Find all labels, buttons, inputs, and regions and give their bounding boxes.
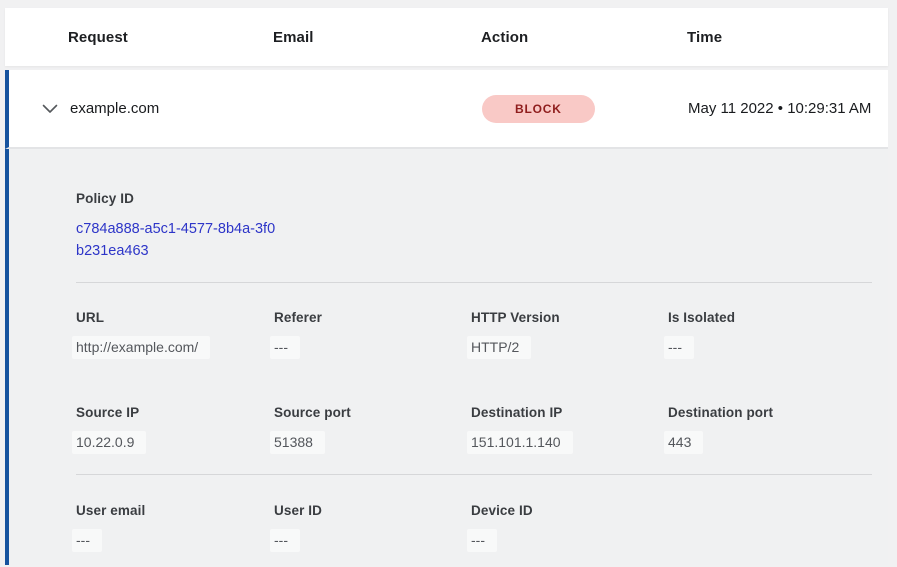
field-label: Device ID <box>471 503 668 519</box>
column-header-time: Time <box>687 29 888 46</box>
log-table-header: Request Email Action Time <box>5 8 888 66</box>
field-device-id: Device ID --- <box>471 503 668 549</box>
log-table: Request Email Action Time example.com BL… <box>5 0 888 567</box>
row-expand-toggle[interactable] <box>9 104 70 114</box>
column-header-request: Request <box>68 29 273 46</box>
field-label: Destination port <box>668 405 872 421</box>
column-header-email: Email <box>273 29 481 46</box>
column-header-action: Action <box>481 29 687 46</box>
field-label: URL <box>76 310 274 326</box>
chevron-down-icon <box>42 104 58 114</box>
field-referer: Referer --- <box>274 310 471 356</box>
field-value: --- <box>274 339 471 356</box>
field-label: User email <box>76 503 274 519</box>
row-time-value: May 11 2022 • 10:29:31 AM <box>688 97 874 121</box>
field-http-version: HTTP Version HTTP/2 <box>471 310 668 356</box>
field-label: Destination IP <box>471 405 668 421</box>
field-url: URL http://example.com/ <box>76 310 274 356</box>
field-empty <box>668 503 872 549</box>
details-row-network: Source IP 10.22.0.9 Source port 51388 De… <box>76 405 872 451</box>
field-label: User ID <box>274 503 471 519</box>
field-value: --- <box>471 532 668 549</box>
field-user-email: User email --- <box>76 503 274 549</box>
field-value: 51388 <box>274 434 471 451</box>
field-label: Referer <box>274 310 471 326</box>
field-source-port: Source port 51388 <box>274 405 471 451</box>
field-label-policy-id: Policy ID <box>76 191 872 207</box>
section-divider <box>76 282 872 283</box>
field-label: Source IP <box>76 405 274 421</box>
field-label: Source port <box>274 405 471 421</box>
gateway-logs-page: Request Email Action Time example.com BL… <box>0 0 897 567</box>
details-row-http: URL http://example.com/ Referer --- HTTP… <box>76 310 872 356</box>
status-badge-block: BLOCK <box>482 95 595 123</box>
log-row[interactable]: example.com BLOCK May 11 2022 • 10:29:31… <box>5 70 888 149</box>
field-value: 10.22.0.9 <box>76 434 274 451</box>
field-destination-ip: Destination IP 151.101.1.140 <box>471 405 668 451</box>
field-label: HTTP Version <box>471 310 668 326</box>
policy-id-link[interactable]: c784a888-a5c1-4577-8b4a-3f0b231ea463 <box>76 219 276 262</box>
field-value: --- <box>76 532 274 549</box>
row-action-cell: BLOCK <box>482 95 688 123</box>
field-value: 151.101.1.140 <box>471 434 668 451</box>
details-row-user: User email --- User ID --- Device ID --- <box>76 503 872 549</box>
field-value: --- <box>274 532 471 549</box>
field-is-isolated: Is Isolated --- <box>668 310 872 356</box>
log-row-details: Policy ID c784a888-a5c1-4577-8b4a-3f0b23… <box>5 149 888 565</box>
field-source-ip: Source IP 10.22.0.9 <box>76 405 274 451</box>
field-destination-port: Destination port 443 <box>668 405 872 451</box>
policy-id-section: Policy ID c784a888-a5c1-4577-8b4a-3f0b23… <box>76 191 872 262</box>
field-user-id: User ID --- <box>274 503 471 549</box>
row-request-value: example.com <box>70 100 274 117</box>
section-divider <box>76 474 872 475</box>
field-value: 443 <box>668 434 872 451</box>
field-value: http://example.com/ <box>76 339 274 356</box>
field-value: --- <box>668 339 872 356</box>
field-label: Is Isolated <box>668 310 872 326</box>
field-value: HTTP/2 <box>471 339 668 356</box>
